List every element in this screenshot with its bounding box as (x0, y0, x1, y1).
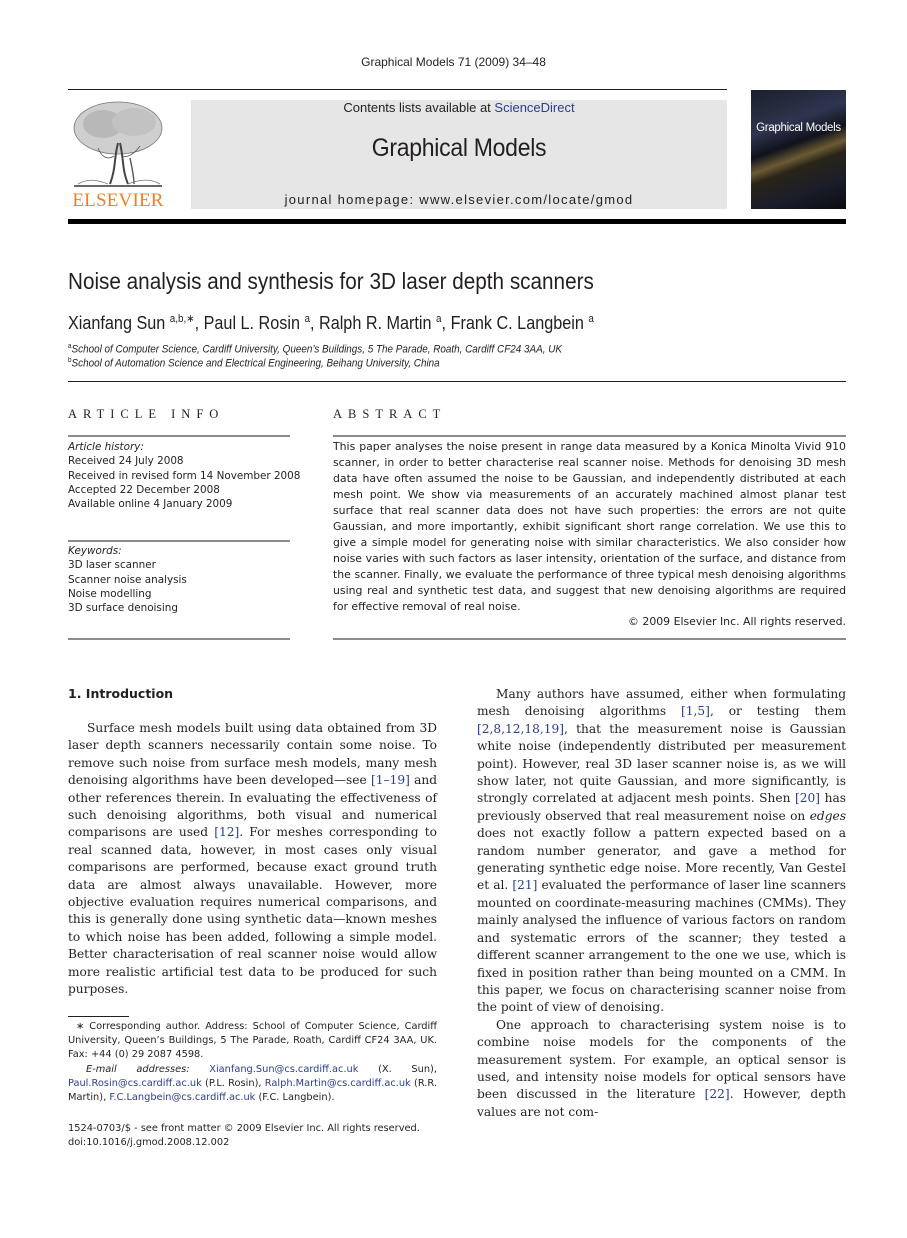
abstract-copyright: © 2009 Elsevier Inc. All rights reserved… (628, 615, 846, 628)
article-info-bottom-divider (68, 638, 290, 640)
affiliation-text: School of Automation Science and Electri… (71, 357, 440, 370)
citation-link[interactable]: [1,5] (681, 704, 710, 718)
email-link[interactable]: Xianfang.Sun@cs.cardiff.ac.uk (209, 1064, 358, 1075)
article-history: Article history: Received 24 July 2008 R… (68, 440, 308, 511)
citation-link[interactable]: [22] (705, 1087, 730, 1101)
history-item: Received 24 July 2008 (68, 455, 184, 468)
article-info-divider (68, 435, 290, 437)
email-addresses: E-mail addresses: Xianfang.Sun@cs.cardif… (68, 1063, 437, 1104)
email-link[interactable]: Paul.Rosin@cs.cardiff.ac.uk (68, 1078, 202, 1089)
citation-link[interactable]: [2,8,12,18,19] (477, 722, 564, 736)
issn-line: 1524-0703/$ - see front matter © 2009 El… (68, 1123, 420, 1134)
cover-title: Graphical Models (756, 122, 841, 134)
citation-link[interactable]: [20] (795, 791, 820, 805)
keywords: Keywords: 3D laser scanner Scanner noise… (68, 544, 308, 615)
citation-link[interactable]: [1–19] (371, 773, 410, 787)
affiliation-text: School of Computer Science, Cardiff Univ… (71, 343, 562, 356)
abstract-divider (333, 435, 846, 437)
keyword-item: 3D laser scanner (68, 559, 156, 572)
email-link[interactable]: F.C.Langbein@cs.cardiff.ac.uk (109, 1092, 255, 1103)
affiliation-a: aSchool of Computer Science, Cardiff Uni… (68, 343, 562, 356)
author-affiliation-mark: a (436, 313, 442, 325)
footnote-divider (68, 1016, 129, 1017)
paragraph: Surface mesh models built using data obt… (68, 721, 437, 997)
top-divider (68, 89, 727, 90)
abstract-bottom-divider (333, 638, 846, 640)
journal-title: Graphical Models (371, 134, 547, 162)
title-divider (68, 381, 846, 382)
author-name: Ralph R. Martin (319, 313, 437, 333)
author-affiliation-mark: a (304, 313, 310, 325)
keywords-divider (68, 540, 290, 542)
email-link[interactable]: Ralph.Martin@cs.cardiff.ac.uk (265, 1078, 411, 1089)
footnotes: ∗ Corresponding author. Address: School … (68, 1020, 437, 1105)
keyword-item: Noise modelling (68, 587, 152, 600)
paragraph: One approach to characterising system no… (477, 1017, 846, 1119)
paragraph: Many authors have assumed, either when f… (477, 687, 846, 1015)
emphasis: edges (809, 808, 846, 823)
sciencedirect-link[interactable]: ScienceDirect (494, 100, 574, 115)
keyword-item: 3D surface denoising (68, 602, 178, 615)
history-item: Accepted 22 December 2008 (68, 483, 220, 496)
keyword-item: Scanner noise analysis (68, 573, 187, 586)
author-affiliation-mark: a,b,∗ (169, 313, 195, 325)
citation-link[interactable]: [21] (512, 878, 537, 892)
article-info-heading: ARTICLE INFO (68, 407, 225, 421)
abstract-text: This paper analyses the noise present in… (333, 440, 846, 613)
elsevier-wordmark: ELSEVIER (72, 190, 164, 211)
keywords-label: Keywords: (68, 545, 122, 557)
front-matter: 1524-0703/$ - see front matter © 2009 El… (68, 1122, 437, 1150)
running-head: Graphical Models 71 (2009) 34–48 (361, 55, 546, 69)
body-column-left: Surface mesh models built using data obt… (68, 720, 437, 999)
journal-homepage[interactable]: journal homepage: www.elsevier.com/locat… (191, 192, 727, 207)
author-affiliation-mark: a (588, 313, 594, 325)
history-item: Received in revised form 14 November 200… (68, 469, 301, 482)
author-name: Xianfang Sun (68, 313, 170, 333)
contents-line: Contents lists available at ScienceDirec… (191, 100, 727, 115)
history-item: Available online 4 January 2009 (68, 498, 233, 511)
author-name: Frank C. Langbein (450, 313, 589, 333)
header-thick-divider (68, 219, 846, 224)
citation-link[interactable]: [12] (214, 825, 239, 839)
journal-cover-image (751, 90, 846, 209)
affiliation-b: bSchool of Automation Science and Electr… (68, 357, 440, 370)
author-list: Xianfang Sun a,b,∗, Paul L. Rosin a, Ral… (68, 313, 594, 333)
article-title: Noise analysis and synthesis for 3D lase… (68, 268, 594, 294)
corresponding-author-note: ∗ Corresponding author. Address: School … (68, 1021, 437, 1061)
doi[interactable]: doi:10.1016/j.gmod.2008.12.002 (68, 1136, 437, 1150)
history-label: Article history: (68, 441, 144, 453)
email-label: E-mail addresses: (86, 1063, 210, 1075)
body-column-right: Many authors have assumed, either when f… (477, 686, 846, 1121)
contents-prefix: Contents lists available at (343, 100, 495, 115)
abstract-heading: ABSTRACT (333, 407, 447, 421)
author-name: Paul L. Rosin (203, 313, 305, 333)
section-heading-introduction: 1. Introduction (68, 686, 174, 701)
